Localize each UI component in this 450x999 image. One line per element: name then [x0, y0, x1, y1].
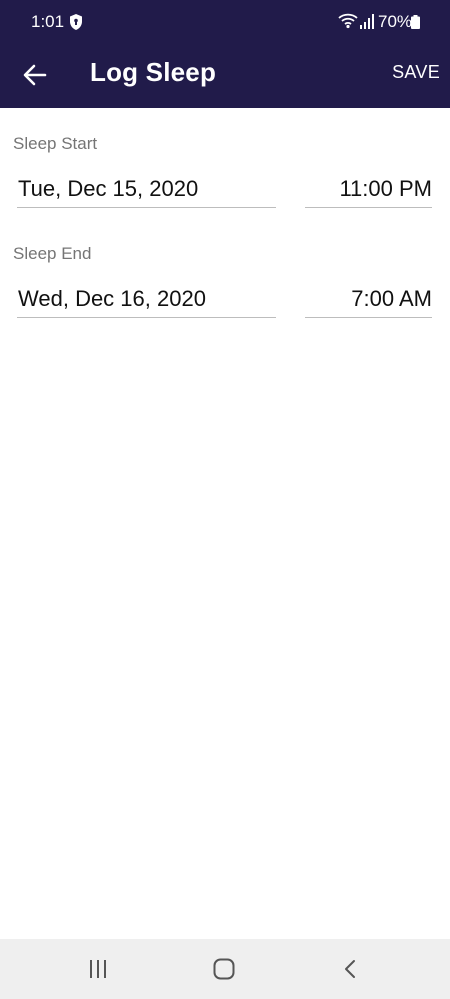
- sleep-end-label: Sleep End: [13, 244, 92, 263]
- sleep-end-time-value: 7:00 AM: [351, 286, 432, 311]
- recent-apps-icon: [90, 960, 106, 978]
- home-button[interactable]: [194, 949, 254, 989]
- status-bar: 1:01 70%: [0, 0, 450, 44]
- shield-icon: [70, 14, 82, 30]
- sleep-start-date-field[interactable]: Tue, Dec 15, 2020: [17, 163, 276, 208]
- back-button[interactable]: [14, 54, 56, 96]
- arrow-left-icon: [23, 64, 47, 86]
- system-nav-bar: [0, 939, 450, 999]
- battery-percentage: 70%: [378, 12, 413, 31]
- sleep-end-time-field[interactable]: 7:00 AM: [305, 273, 432, 318]
- home-icon: [213, 958, 235, 980]
- system-back-button[interactable]: [320, 949, 380, 989]
- sleep-start-time-field[interactable]: 11:00 PM: [305, 163, 432, 208]
- sleep-start-label: Sleep Start: [13, 134, 98, 153]
- signal-icon: [360, 14, 374, 29]
- page-title: Log Sleep: [90, 57, 217, 87]
- wifi-icon: [338, 13, 358, 29]
- back-icon: [345, 960, 355, 978]
- top-header: 1:01 70% Log Sleep SAVE: [0, 0, 450, 108]
- app-bar: Log Sleep SAVE: [0, 44, 450, 108]
- battery-icon: [411, 15, 420, 29]
- status-time: 1:01: [31, 12, 65, 31]
- sleep-end-date-field[interactable]: Wed, Dec 16, 2020: [17, 273, 276, 318]
- sleep-end-date-value: Wed, Dec 16, 2020: [18, 286, 206, 311]
- recent-apps-button[interactable]: [68, 949, 128, 989]
- save-button[interactable]: SAVE: [392, 62, 440, 83]
- sleep-start-date-value: Tue, Dec 15, 2020: [18, 176, 199, 201]
- sleep-start-time-value: 11:00 PM: [339, 176, 432, 201]
